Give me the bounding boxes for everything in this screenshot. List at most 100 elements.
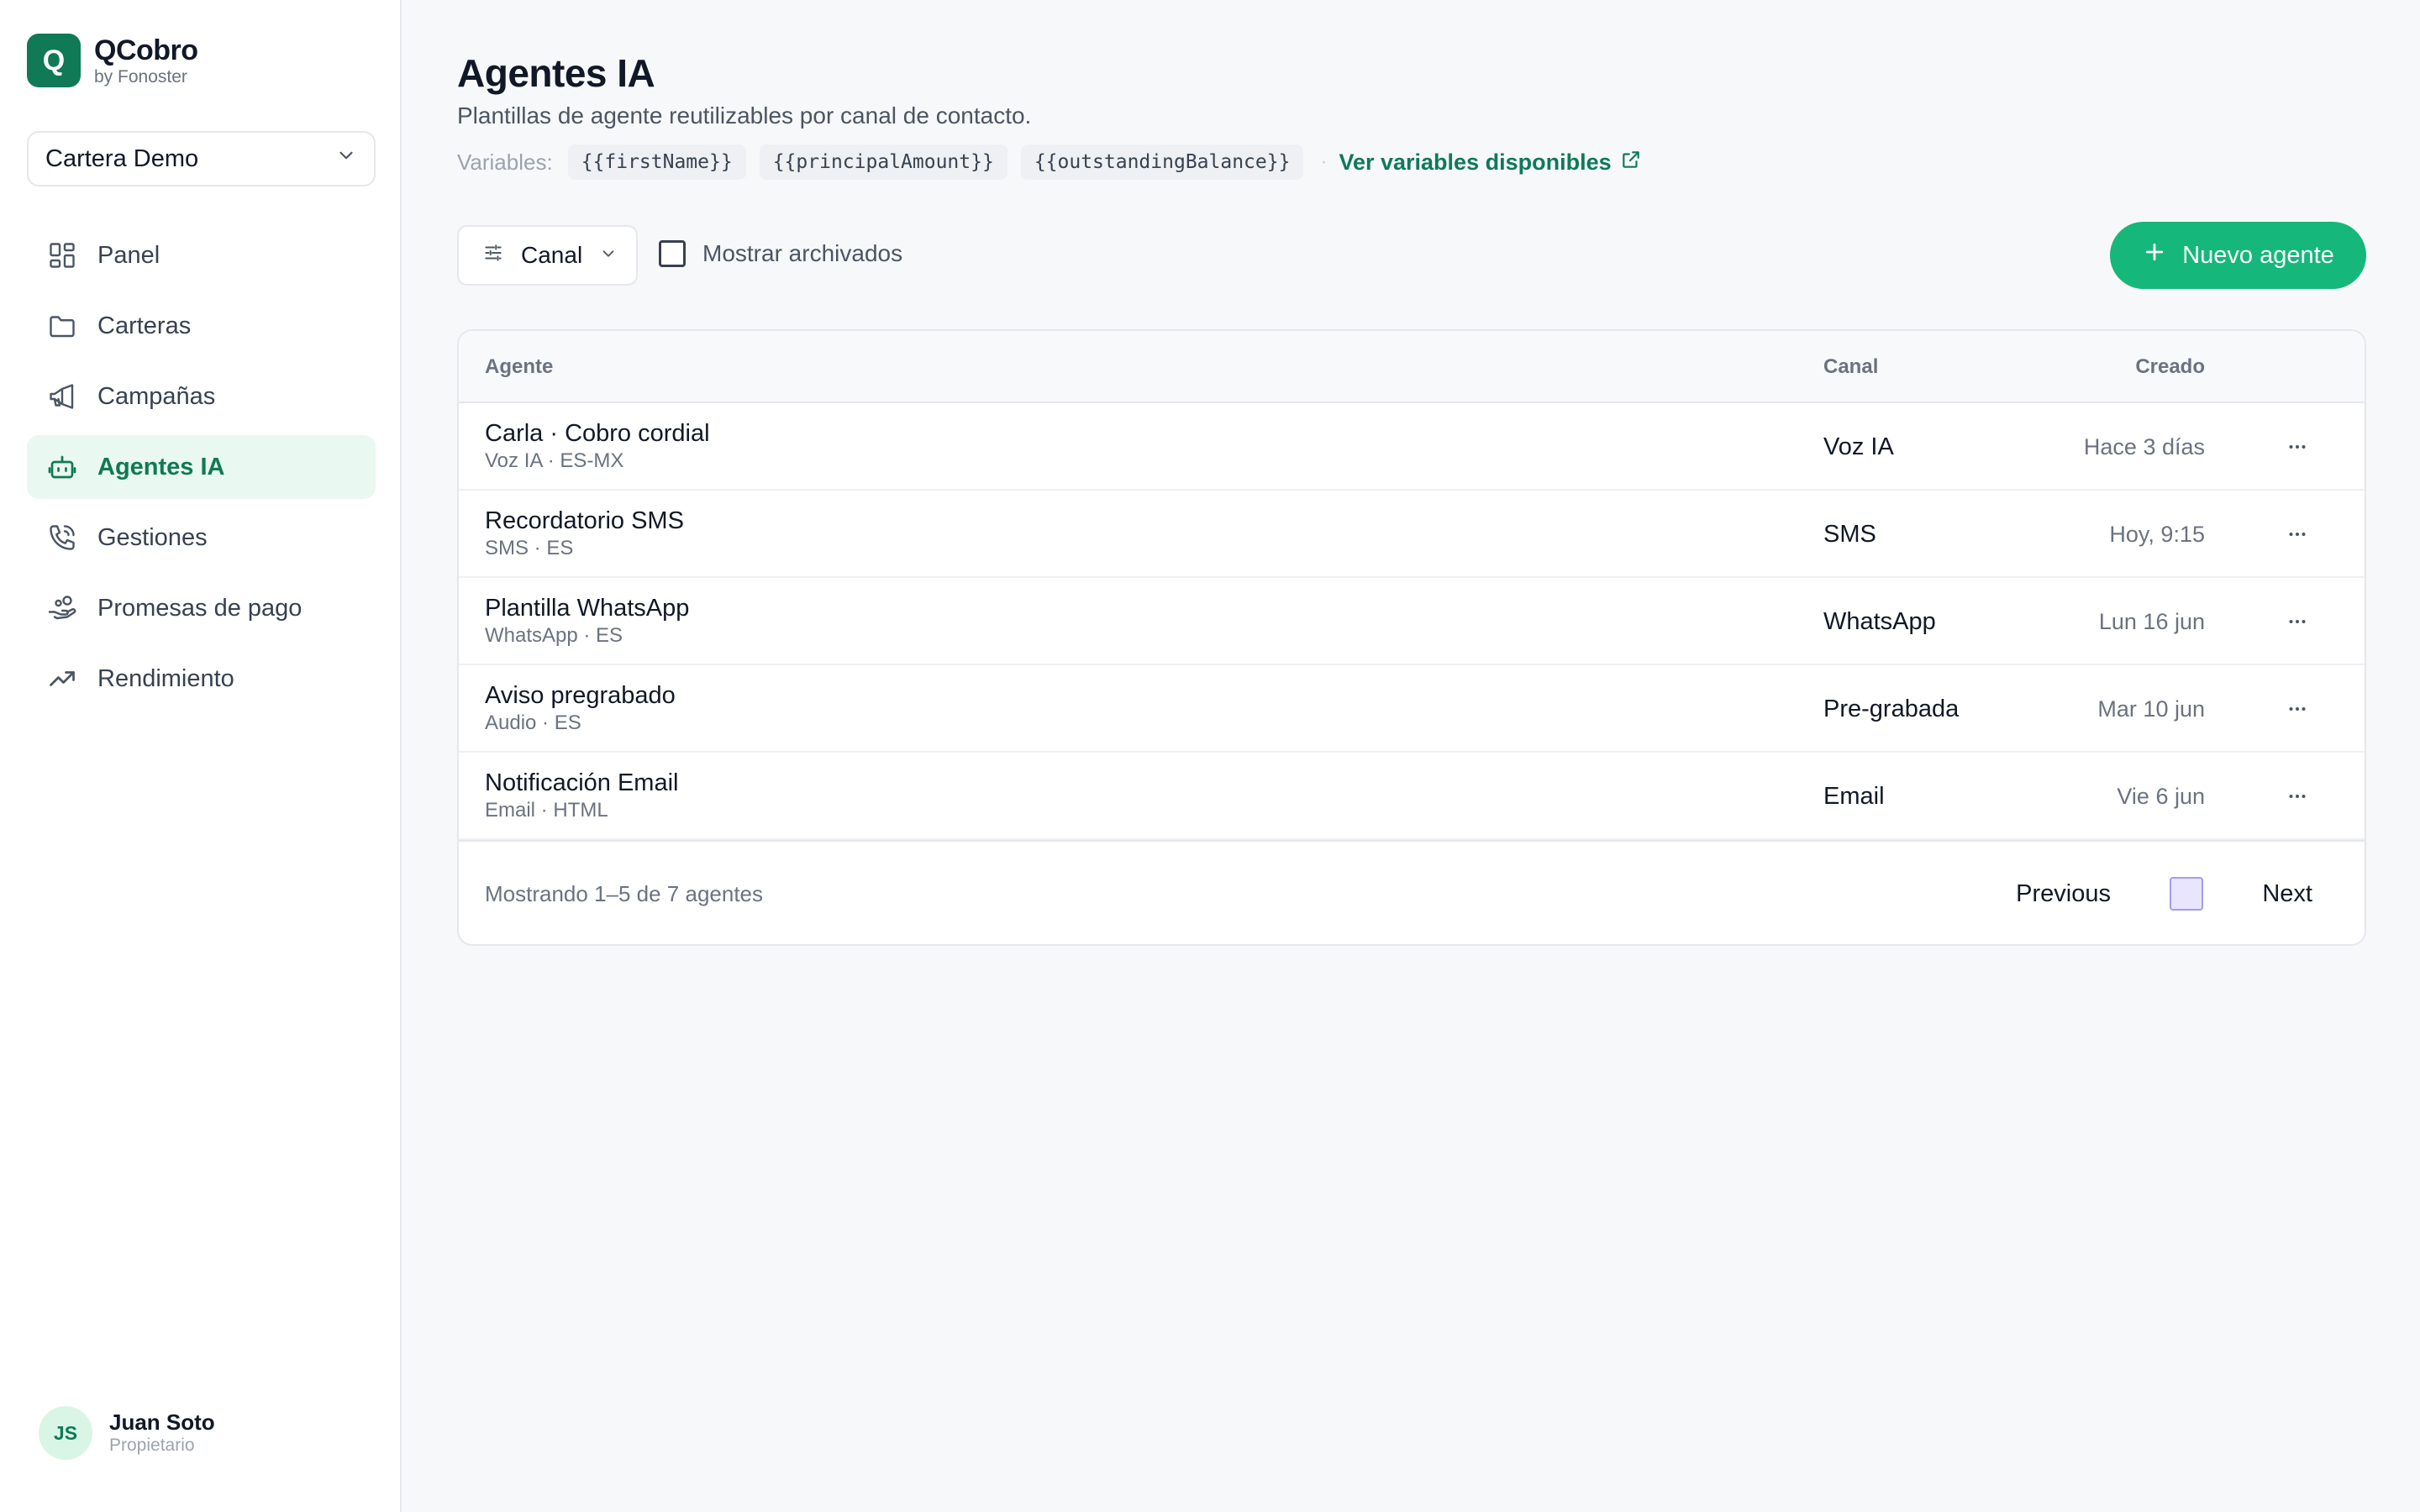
portfolio-select[interactable]: Cartera Demo — [27, 131, 376, 186]
separator-dot: · — [1320, 150, 1328, 173]
agent-cell: Notificación Email Email · HTML — [485, 768, 678, 823]
sidebar-item-rendimiento[interactable]: Rendimiento — [27, 647, 376, 711]
user-role: Propietario — [109, 1436, 195, 1455]
column-header-agent[interactable]: Agente — [485, 331, 553, 403]
more-options-icon[interactable] — [2282, 432, 2312, 462]
new-agent-label: Nuevo agente — [2182, 241, 2334, 269]
agent-name: Plantilla WhatsApp — [485, 595, 690, 622]
agent-canal: Voz IA — [1823, 433, 1894, 460]
agent-cell: Aviso pregrabado Audio · ES — [485, 680, 676, 736]
chevron-down-icon — [599, 242, 618, 269]
folder-icon — [47, 311, 77, 341]
canal-filter-button[interactable]: Canal — [457, 225, 638, 286]
variables-link[interactable]: Ver variables disponibles — [1339, 149, 1641, 176]
user-text: Juan Soto Propietario — [109, 1410, 215, 1457]
column-header-created[interactable]: Creado — [2135, 331, 2205, 403]
agent-meta: Audio · ES — [485, 711, 581, 734]
more-options-icon[interactable] — [2282, 606, 2312, 637]
page-subtitle: Plantillas de agente reutilizables por c… — [457, 102, 1032, 129]
agent-name: Recordatorio SMS — [485, 507, 684, 534]
agent-cell: Plantilla WhatsApp WhatsApp · ES — [485, 593, 689, 648]
agent-created: Hace 3 días — [2083, 434, 2205, 459]
agent-name: Aviso pregrabado — [485, 682, 676, 709]
agent-created: Hoy, 9:15 — [2109, 522, 2205, 547]
portfolio-select-value: Cartera Demo — [45, 144, 199, 172]
brand[interactable]: Q QCobro by Fonoster — [27, 34, 198, 87]
agent-meta: WhatsApp · ES — [485, 624, 623, 647]
megaphone-icon — [47, 381, 77, 412]
variables-link-label: Ver variables disponibles — [1339, 149, 1612, 175]
table-row[interactable]: Notificación Email Email · HTML Email Vi… — [459, 753, 2365, 840]
new-agent-button[interactable]: Nuevo agente — [2110, 222, 2366, 289]
more-options-icon[interactable] — [2282, 781, 2312, 811]
sidebar-item-label: Gestiones — [97, 523, 208, 551]
column-header-canal[interactable]: Canal — [1823, 331, 1878, 403]
agent-meta: Email · HTML — [485, 799, 608, 822]
agent-name: Carla · Cobro cordial — [485, 420, 710, 447]
table-row[interactable]: Recordatorio SMS SMS · ES SMS Hoy, 9:15 — [459, 491, 2365, 578]
more-options-icon[interactable] — [2282, 519, 2312, 549]
sidebar-item-label: Panel — [97, 241, 160, 269]
user-profile[interactable]: JS Juan Soto Propietario — [39, 1406, 215, 1460]
sidebar-item-panel[interactable]: Panel — [27, 223, 376, 287]
chevron-down-icon — [335, 144, 357, 173]
user-name: Juan Soto — [109, 1410, 215, 1435]
trending-up-icon — [47, 664, 77, 694]
table-header: Agente Canal Creado — [459, 331, 2365, 403]
pagination-info: Mostrando 1–5 de 7 agentes — [485, 881, 764, 906]
plus-icon — [2142, 239, 2167, 271]
agent-meta: Voz IA · ES-MX — [485, 449, 624, 472]
dashboard-icon — [47, 240, 77, 270]
sidebar-item-gestiones[interactable]: Gestiones — [27, 506, 376, 570]
brand-text: QCobro by Fonoster — [94, 34, 198, 87]
pagination-previous-button[interactable]: Previous — [2016, 842, 2111, 944]
page-title: Agentes IA — [457, 51, 655, 95]
agent-created: Mar 10 jun — [2097, 696, 2205, 722]
sidebar: Q QCobro by Fonoster Cartera Demo Panel … — [0, 0, 402, 1512]
sidebar-item-promesas[interactable]: Promesas de pago — [27, 576, 376, 640]
toolbar: Canal Mostrar archivados Nuevo agente — [457, 222, 2366, 292]
variable-chip: {{firstName}} — [567, 144, 746, 180]
agent-meta: SMS · ES — [485, 537, 574, 559]
phone-icon — [47, 522, 77, 553]
sidebar-item-label: Carteras — [97, 312, 192, 339]
pagination-next-button[interactable]: Next — [2262, 842, 2312, 944]
sidebar-item-agentes-ia[interactable]: Agentes IA — [27, 435, 376, 499]
brand-name: QCobro — [94, 34, 198, 66]
sidebar-item-label: Campañas — [97, 382, 216, 410]
show-archived-checkbox[interactable] — [659, 240, 686, 267]
agent-cell: Recordatorio SMS SMS · ES — [485, 506, 684, 561]
table-row[interactable]: Carla · Cobro cordial Voz IA · ES-MX Voz… — [459, 403, 2365, 491]
variable-chip: {{outstandingBalance}} — [1020, 144, 1304, 180]
avatar: JS — [39, 1406, 92, 1460]
sliders-icon — [482, 242, 504, 270]
agent-canal: Pre-grabada — [1823, 696, 1960, 722]
agent-canal: WhatsApp — [1823, 608, 1936, 635]
brand-sub: by Fonoster — [94, 67, 187, 87]
table-footer: Mostrando 1–5 de 7 agentes Previous Next — [459, 840, 2365, 944]
sidebar-item-label: Promesas de pago — [97, 594, 302, 622]
agent-canal: SMS — [1823, 521, 1876, 548]
sidebar-nav: Panel Carteras Campañas Agentes IA Gesti… — [27, 223, 376, 717]
agent-name: Notificación Email — [485, 769, 679, 796]
sidebar-item-carteras[interactable]: Carteras — [27, 294, 376, 358]
agent-created: Lun 16 jun — [2098, 609, 2205, 634]
table-row[interactable]: Aviso pregrabado Audio · ES Pre-grabada … — [459, 665, 2365, 753]
pagination-page-indicator[interactable] — [2170, 877, 2203, 911]
agent-canal: Email — [1823, 783, 1885, 810]
variables-bar: Variables: {{firstName}} {{principalAmou… — [457, 144, 1642, 180]
sidebar-item-campanas[interactable]: Campañas — [27, 365, 376, 428]
variables-label: Variables: — [457, 149, 553, 175]
sidebar-item-label: Agentes IA — [97, 453, 225, 480]
table-row[interactable]: Plantilla WhatsApp WhatsApp · ES WhatsAp… — [459, 578, 2365, 665]
agents-table: Agente Canal Creado Carla · Cobro cordia… — [457, 329, 2366, 946]
show-archived-label: Mostrar archivados — [702, 240, 903, 266]
agent-created: Vie 6 jun — [2117, 784, 2205, 809]
external-link-icon — [1612, 149, 1642, 176]
sidebar-item-label: Rendimiento — [97, 664, 234, 692]
show-archived-toggle[interactable]: Mostrar archivados — [659, 240, 902, 267]
brand-logo: Q — [27, 34, 81, 87]
bot-icon — [47, 452, 77, 482]
more-options-icon[interactable] — [2282, 694, 2312, 724]
agent-cell: Carla · Cobro cordial Voz IA · ES-MX — [485, 418, 710, 474]
